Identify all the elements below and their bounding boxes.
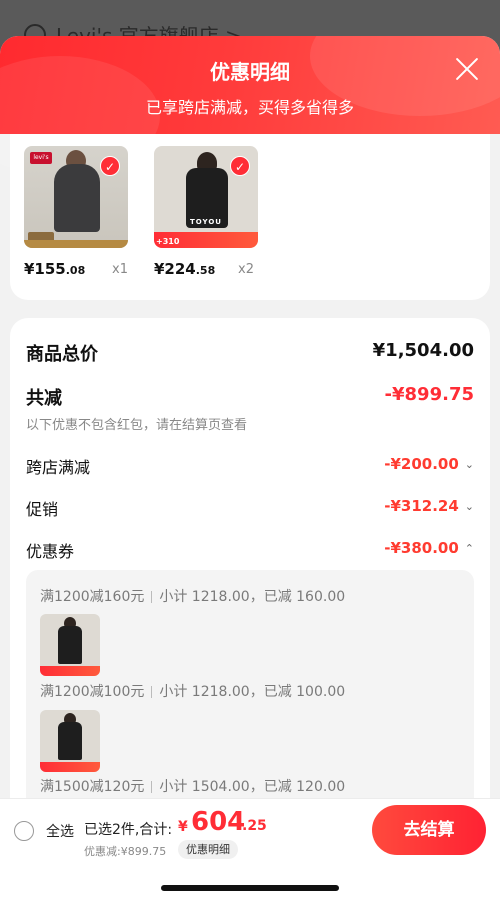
sheet-header: 优惠明细 已享跨店满减，买得多省得多 bbox=[0, 36, 500, 176]
model-body bbox=[58, 722, 82, 760]
check-icon[interactable]: ✓ bbox=[230, 156, 250, 176]
total-currency: ¥ bbox=[178, 819, 188, 835]
select-all-label[interactable]: 全选 bbox=[46, 821, 74, 841]
discount-note: 以下优惠不包含红包，请在结算页查看 bbox=[26, 418, 248, 433]
brand-logo: TOYOU bbox=[190, 218, 222, 226]
discount-value-wrap: -¥200.00 ⌄ bbox=[384, 454, 474, 473]
sheet-subtitle: 已享跨店满减，买得多省得多 bbox=[145, 98, 354, 117]
promo-strip bbox=[24, 240, 128, 248]
coupon-product-thumbnail bbox=[40, 710, 100, 772]
discount-value: -¥380.00 bbox=[384, 539, 459, 557]
price-integer: ¥224 bbox=[154, 260, 196, 278]
select-all-radio[interactable] bbox=[14, 821, 34, 841]
coupon-line: 满1500减120元 小计 1504.00，已减 120.00 bbox=[40, 776, 345, 796]
discount-detail-sheet: 优惠明细 已享跨店满减，买得多省得多 levi's ✓ ¥155.08 x1 T… bbox=[0, 36, 500, 903]
coupon-rule: 满1200减160元 bbox=[40, 589, 145, 605]
discount-value-wrap: -¥380.00 ⌃ bbox=[384, 538, 474, 557]
price-decimal: .08 bbox=[65, 264, 86, 277]
coupon-rule: 满1200减100元 bbox=[40, 684, 145, 700]
discount-label: 跨店满减 bbox=[26, 458, 91, 477]
product-price: ¥224.58 bbox=[154, 260, 215, 278]
promo-amount: +310 bbox=[156, 237, 180, 246]
model-body bbox=[54, 164, 100, 232]
brand-logo: levi's bbox=[30, 152, 52, 164]
check-icon[interactable]: ✓ bbox=[100, 156, 120, 176]
selected-count-text: 已选2件,合计: bbox=[84, 822, 173, 838]
product-quantity: x1 bbox=[112, 262, 128, 277]
checkout-bar: 全选 已选2件,合计: ¥ 604 .25 优惠减:¥899.75 优惠明细 去… bbox=[0, 798, 500, 903]
coupon-rule: 满1500减120元 bbox=[40, 779, 145, 795]
product-card: levi's ✓ ¥155.08 x1 TOYOU +310 ✓ ¥224.58… bbox=[10, 134, 490, 300]
total-reduce-value: -¥899.75 bbox=[384, 384, 474, 405]
promo-strip bbox=[40, 762, 100, 772]
discount-detail-button[interactable]: 优惠明细 bbox=[178, 840, 238, 859]
product-thumbnail: TOYOU +310 ✓ bbox=[154, 146, 258, 248]
product-quantity: x2 bbox=[238, 262, 254, 277]
total-amount-integer: 604 bbox=[191, 807, 246, 837]
coupon-subtotal: 小计 1504.00，已减 120.00 bbox=[159, 779, 346, 795]
model-body bbox=[58, 626, 82, 664]
product-thumbnail: levi's ✓ bbox=[24, 146, 128, 248]
product-item[interactable]: levi's ✓ ¥155.08 x1 bbox=[24, 146, 154, 278]
close-icon[interactable] bbox=[454, 56, 480, 82]
coupon-product-thumbnail bbox=[40, 614, 100, 676]
divider bbox=[151, 591, 153, 603]
total-reduce-label: 共减 bbox=[26, 388, 62, 409]
checkout-button[interactable]: 去结算 bbox=[372, 805, 486, 855]
coupon-line: 满1200减160元 小计 1218.00，已减 160.00 bbox=[40, 586, 345, 606]
divider bbox=[151, 686, 153, 698]
discount-summary-text: 优惠减:¥899.75 bbox=[84, 845, 167, 858]
price-integer: ¥155 bbox=[24, 260, 66, 278]
discount-label: 促销 bbox=[26, 500, 59, 519]
chevron-down-icon[interactable]: ⌄ bbox=[465, 458, 474, 471]
price-decimal: .58 bbox=[195, 264, 216, 277]
sheet-title: 优惠明细 bbox=[210, 60, 290, 84]
divider bbox=[151, 781, 153, 793]
discount-value-wrap: -¥312.24 ⌄ bbox=[384, 496, 474, 515]
promo-strip bbox=[40, 666, 100, 676]
product-price: ¥155.08 bbox=[24, 260, 85, 278]
total-price-label: 商品总价 bbox=[26, 344, 98, 365]
coupon-subtotal: 小计 1218.00，已减 160.00 bbox=[159, 589, 346, 605]
discount-value: -¥200.00 bbox=[384, 455, 459, 473]
coupon-line: 满1200减100元 小计 1218.00，已减 100.00 bbox=[40, 681, 345, 701]
chevron-down-icon[interactable]: ⌄ bbox=[465, 500, 474, 513]
coupon-subtotal: 小计 1218.00，已减 100.00 bbox=[159, 684, 346, 700]
total-amount-decimal: .25 bbox=[242, 818, 267, 834]
discount-label: 优惠券 bbox=[26, 542, 75, 561]
discount-value: -¥312.24 bbox=[384, 497, 459, 515]
total-price-value: ¥1,504.00 bbox=[372, 340, 474, 361]
product-item[interactable]: TOYOU +310 ✓ ¥224.58 x2 bbox=[140, 146, 270, 278]
home-indicator bbox=[161, 885, 339, 891]
chevron-up-icon[interactable]: ⌃ bbox=[465, 542, 474, 555]
